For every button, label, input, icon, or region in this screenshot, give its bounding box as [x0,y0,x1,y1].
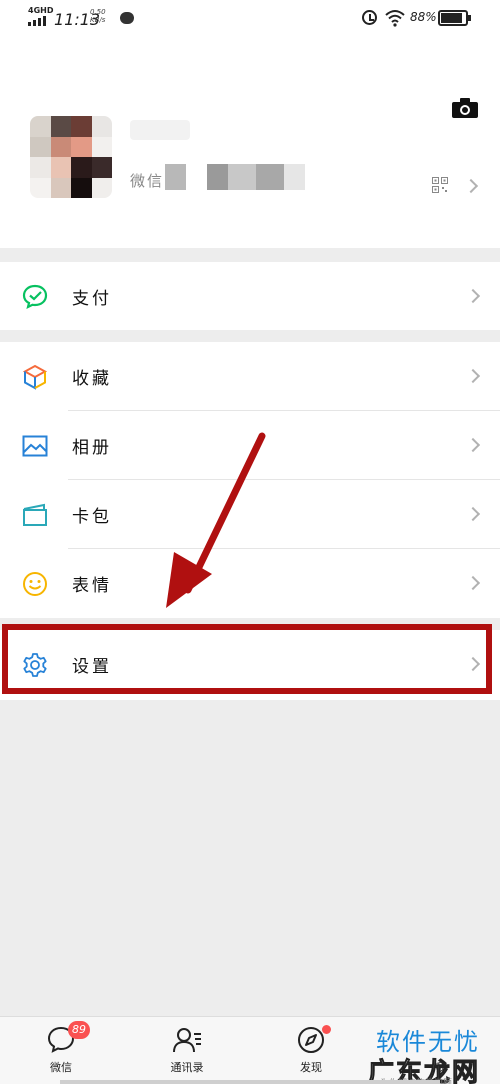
battery-icon [438,10,471,26]
profile-chevron-icon [463,178,479,194]
camera-icon[interactable] [452,98,478,118]
menu-item-pay[interactable]: 支付 [0,262,500,331]
chevron-right-icon [465,506,481,522]
chevron-right-icon [465,437,481,453]
qr-code-icon[interactable] [432,177,448,193]
battery-percent: 88% [410,10,437,24]
wechat-pay-icon [22,284,48,310]
battery-fill [441,13,463,23]
tab-contacts[interactable]: 通讯录 [142,1017,232,1084]
message-notification-icon [120,12,134,24]
menu-item-pay-label: 支付 [72,289,112,309]
menu-item-album-label: 相册 [72,438,112,458]
signal-icon [28,16,48,26]
tab-discover-label: 发现 [300,1061,322,1074]
card-wallet-icon [23,503,47,526]
home-indicator [60,1080,440,1084]
menu-item-stickers-label: 表情 [72,576,112,596]
chevron-right-icon [465,575,481,591]
pay-group: 支付 [0,262,500,330]
pointer-arrow-annotation [166,432,266,608]
alarm-icon [362,10,377,25]
tab-chats-label: 微信 [50,1061,72,1074]
new-content-dot [322,1025,331,1034]
album-icon [22,435,48,457]
watermark: 软件无忧 广东龙网 为你解决软件问题 [362,1018,500,1084]
network-type: 4GHD [28,6,54,15]
settings-highlight-box [2,624,492,694]
tab-discover[interactable]: 发现 [266,1017,356,1084]
favorites-cube-icon [22,364,48,390]
sticker-smile-icon [23,572,47,596]
chevron-right-icon [465,368,481,384]
contacts-icon [173,1028,201,1053]
network-speed: 0.50 KB/s [90,8,106,24]
wechat-id-label: 微信 [130,172,165,190]
wifi-icon [385,10,405,27]
profile-header[interactable]: 微信 [0,40,500,248]
network-speed-unit: KB/s [90,16,106,24]
unread-badge: 89 [68,1021,90,1039]
menu-item-favorites-label: 收藏 [72,369,112,389]
tab-contacts-label: 通讯录 [170,1061,204,1074]
wechat-id-redacted [165,164,305,190]
menu-item-cards-label: 卡包 [72,507,112,527]
avatar[interactable] [30,116,112,198]
status-bar: 4GHD 11:13 0.50 KB/s 88% [0,0,500,40]
tab-chats[interactable]: 89 微信 [16,1017,106,1084]
network-speed-value: 0.50 [90,8,106,16]
nickname-redacted [130,120,190,140]
menu-item-favorites[interactable]: 收藏 [0,342,500,411]
chevron-right-icon [465,288,481,304]
